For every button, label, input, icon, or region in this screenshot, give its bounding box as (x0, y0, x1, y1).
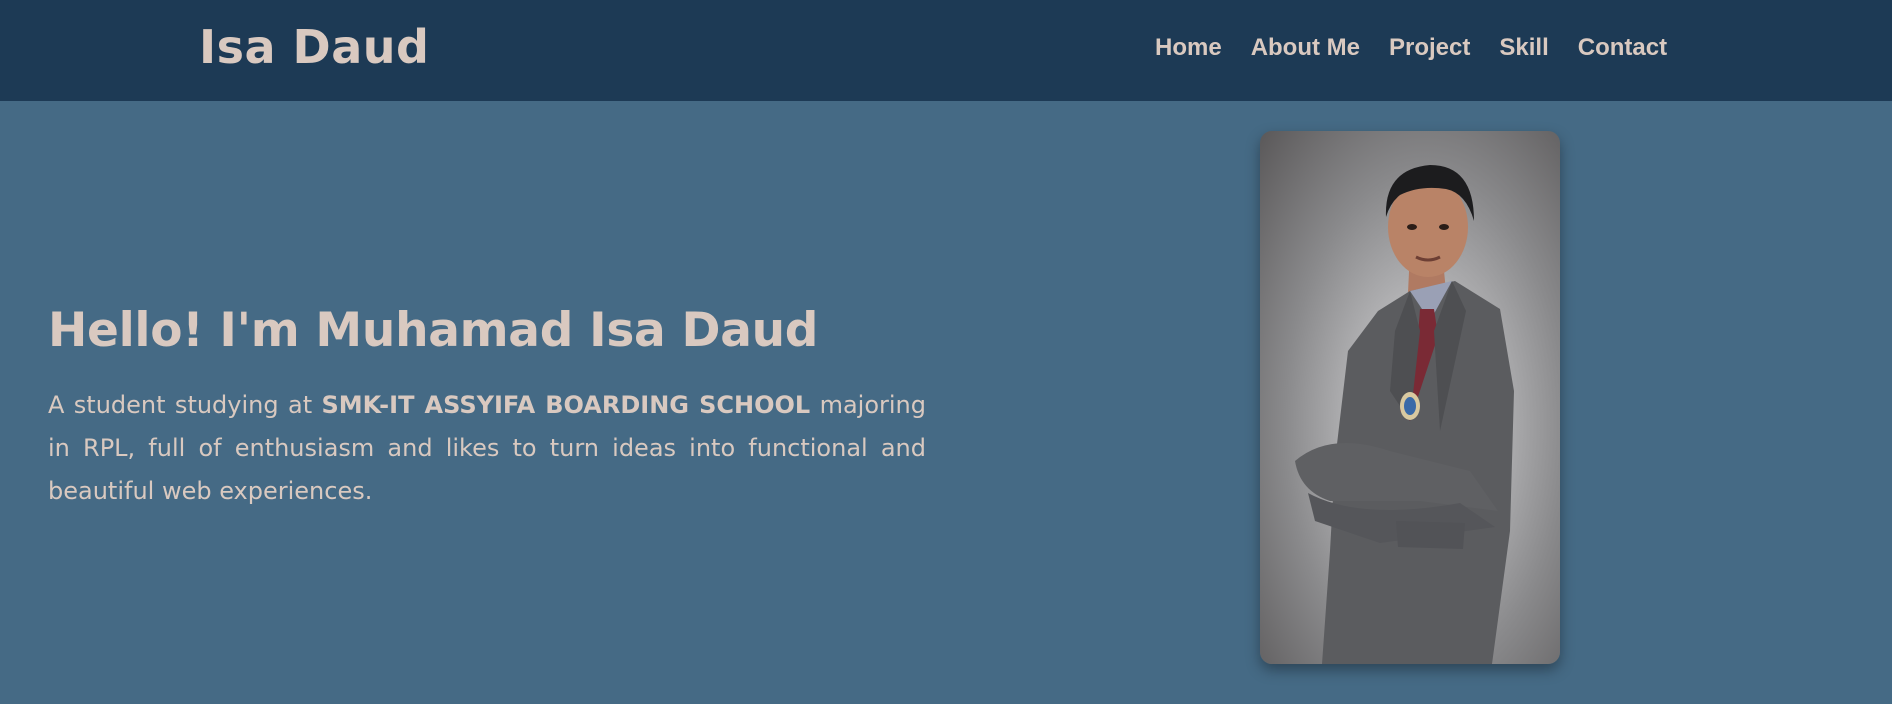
navbar: Isa Daud Home About Me Project Skill Con… (0, 0, 1892, 101)
nav-link-skill[interactable]: Skill (1499, 34, 1548, 62)
hero-description-intro: A student studying at (48, 391, 322, 419)
nav-link-contact[interactable]: Contact (1578, 34, 1667, 62)
nav-link-about-me[interactable]: About Me (1251, 34, 1360, 62)
nav-link-home[interactable]: Home (1155, 34, 1222, 62)
hero-description-school: SMK-IT ASSYIFA BOARDING SCHOOL (321, 391, 811, 419)
hero-description: A student studying at SMK-IT ASSYIFA BOA… (48, 384, 926, 513)
nav-link-project[interactable]: Project (1389, 34, 1470, 62)
profile-photo (1260, 131, 1560, 664)
nav-menu: Home About Me Project Skill Contact (1155, 34, 1667, 62)
hero-title: Hello! I'm Muhamad Isa Daud (48, 303, 819, 358)
profile-photo-illustration (1295, 165, 1514, 664)
brand-logo[interactable]: Isa Daud (199, 20, 429, 74)
